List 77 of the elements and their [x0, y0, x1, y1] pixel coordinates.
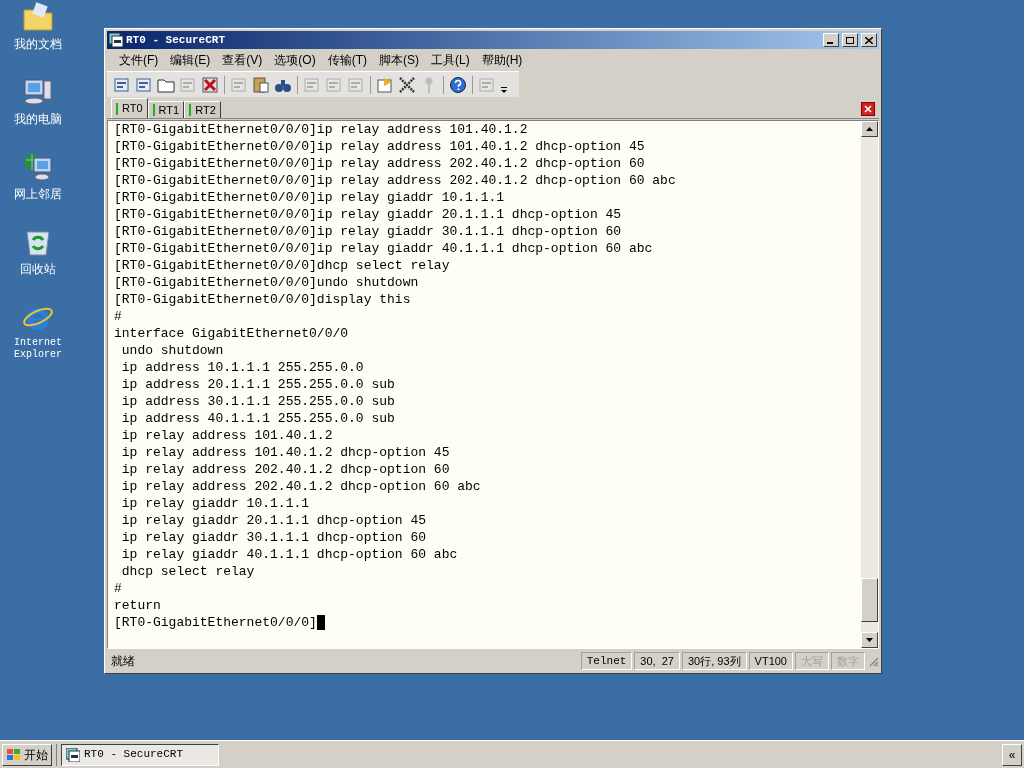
- scroll-down-button[interactable]: [861, 632, 878, 648]
- status-message: 就绪: [110, 653, 136, 670]
- terminal-line: #: [114, 308, 122, 325]
- menu-item[interactable]: 选项(O): [268, 51, 322, 69]
- menu-item[interactable]: 帮助(H): [475, 51, 529, 69]
- terminal-line: [RT0-GigabitEthernet0/0/0]ip relay address 101.40.1.2 dhcp-option 45: [114, 138, 645, 155]
- minimize-button[interactable]: [823, 33, 839, 47]
- terminal-line: dhcp select relay: [120, 563, 255, 580]
- terminal-line: ip address 30.1.1.1 255.255.0.0 sub: [120, 393, 395, 410]
- vertical-scrollbar[interactable]: [861, 121, 878, 648]
- maximize-icon: [846, 36, 854, 44]
- desktop-icon-label[interactable]: 网上邻居: [14, 185, 62, 203]
- terminal-line: [RT0-GigabitEthernet0/0/0]dhcp select relay: [114, 257, 450, 274]
- menu-item[interactable]: 工具(L): [425, 51, 476, 69]
- terminal-line: [RT0-GigabitEthernet0/0/0]undo shutdown: [114, 274, 419, 291]
- terminal-line: ip relay giaddr 30.1.1.1 dhcp-option 60: [120, 529, 427, 546]
- up-arrow-icon: [866, 127, 873, 131]
- terminal-line: ip address 40.1.1.1 255.255.0.0 sub: [120, 410, 395, 427]
- terminal-line: [RT0-GigabitEthernet0/0/0]ip relay giaddr 40.1.1.1 dhcp-option 60 abc: [114, 240, 653, 257]
- status-panel: VT100: [748, 652, 793, 670]
- menu-item[interactable]: 脚本(S): [373, 51, 425, 69]
- terminal-line: [RT0-GigabitEthernet0/0/0]ip relay giaddr 20.1.1.1 dhcp-option 45: [114, 206, 622, 223]
- desktop-icon-label[interactable]: Internet Explorer: [8, 337, 68, 361]
- desktop-icon-label[interactable]: 我的文档: [14, 35, 62, 53]
- terminal-line: ip relay address 202.40.1.2 dhcp-option 60 abc: [120, 478, 481, 495]
- status-panel: 30行, 93列: [682, 652, 747, 670]
- maximize-button[interactable]: [842, 33, 858, 47]
- tray-expand-button[interactable]: «: [1002, 743, 1022, 766]
- desktop-icon-label[interactable]: 我的电脑: [14, 110, 62, 128]
- session-tab[interactable]: RT1: [147, 101, 185, 118]
- terminal-line: [RT0-GigabitEthernet0/0/0]ip relay address 202.40.1.2 dhcp-option 60: [114, 155, 645, 172]
- network-globe-icon: [22, 152, 54, 182]
- terminal-line: return: [114, 597, 161, 614]
- resize-grip-icon[interactable]: [867, 655, 879, 667]
- terminal-line: ip relay address 101.40.1.2 dhcp-option 45: [120, 444, 450, 461]
- menu-item[interactable]: 传输(T): [321, 51, 373, 69]
- cursor-block: [316, 615, 325, 630]
- computer-icon: [22, 77, 54, 107]
- window-title: RT0 - SecureCRT: [126, 32, 227, 48]
- close-icon: [865, 36, 873, 44]
- terminal-line: ip address 10.1.1.1 255.255.0.0: [120, 359, 364, 376]
- status-panel: 30, 27: [634, 652, 680, 670]
- terminal-line: ip relay address 101.40.1.2: [120, 427, 333, 444]
- menu-item[interactable]: 文件(F): [113, 51, 165, 69]
- terminal-line: ip address 20.1.1.1 255.255.0.0 sub: [120, 376, 395, 393]
- folder-icon: [22, 2, 54, 32]
- scroll-up-button[interactable]: [861, 121, 878, 137]
- start-button[interactable]: 开始: [2, 743, 52, 766]
- down-arrow-icon: [866, 638, 873, 642]
- terminal-line: [RT0-GigabitEthernet0/0/0]display this: [114, 291, 411, 308]
- terminal-line: [RT0-GigabitEthernet0/0/0]ip relay giaddr 30.1.1.1 dhcp-option 60: [114, 223, 622, 240]
- close-tab-button[interactable]: [861, 102, 875, 116]
- close-button[interactable]: [861, 33, 877, 47]
- status-panel: Telnet: [580, 652, 633, 670]
- menu-item[interactable]: 编辑(E): [164, 51, 217, 69]
- scroll-thumb[interactable]: [861, 578, 878, 622]
- terminal-line: [RT0-GigabitEthernet0/0/0]ip relay address 202.40.1.2 dhcp-option 60 abc: [114, 172, 676, 189]
- terminal-line: #: [114, 580, 122, 597]
- windows-flag-icon: [6, 747, 22, 762]
- terminal-line: undo shutdown: [120, 342, 224, 359]
- terminal-line: [RT0-GigabitEthernet0/0/0]ip relay address 101.40.1.2: [114, 121, 528, 138]
- terminal-prompt: [RT0-GigabitEthernet0/0/0]: [114, 614, 317, 631]
- terminal-line: ip relay giaddr 40.1.1.1 dhcp-option 60 abc: [120, 546, 458, 563]
- close-icon: [864, 105, 872, 113]
- terminal-line: ip relay giaddr 20.1.1.1 dhcp-option 45: [120, 512, 427, 529]
- session-tab[interactable]: RT0: [111, 98, 148, 118]
- terminal-line: [RT0-GigabitEthernet0/0/0]ip relay giaddr 10.1.1.1: [114, 189, 505, 206]
- menu-item[interactable]: 查看(V): [216, 51, 269, 69]
- app-icon: [109, 33, 123, 47]
- session-tab[interactable]: RT2: [184, 101, 221, 118]
- app-icon: [66, 747, 80, 762]
- terminal-line: ip relay address 202.40.1.2 dhcp-option 60: [120, 461, 450, 478]
- desktop-icon-label[interactable]: 回收站: [20, 260, 56, 278]
- toolbar-overflow-icon[interactable]: [500, 85, 508, 94]
- terminal-line: ip relay giaddr 10.1.1.1: [120, 495, 310, 512]
- taskbar-window-button[interactable]: RT0 - SecureCRT: [61, 743, 219, 766]
- terminal-line: interface GigabitEthernet0/0/0: [114, 325, 349, 342]
